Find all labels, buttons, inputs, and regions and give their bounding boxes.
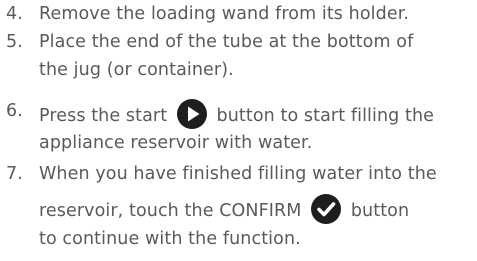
step-text: Remove the loading wand from its holder. [39,4,410,24]
step-number: 4. [6,4,23,24]
step-text-after-icon: button to start filling the [216,106,435,126]
play-icon [176,99,207,129]
step-text-after-icon: button [350,201,410,221]
step-number: 7. [6,164,23,184]
step-text-before-icon: Press the start [39,106,168,126]
step-number: 5. [6,32,23,52]
checkmark-icon [311,194,342,224]
step-text: to continue with the function. [39,229,301,249]
step-text: reservoir, touch the CONFIRM button [39,194,410,226]
step-number: 6. [6,101,23,121]
step-text: appliance reservoir with water. [39,133,313,153]
step-text-before-icon: reservoir, touch the CONFIRM [39,201,302,221]
step-text: Press the start button to start filling … [39,99,435,131]
step-text: Place the end of the tube at the bottom … [39,32,414,52]
step-text: the jug (or container). [39,60,234,80]
step-text: When you have finished filling water int… [39,164,437,184]
